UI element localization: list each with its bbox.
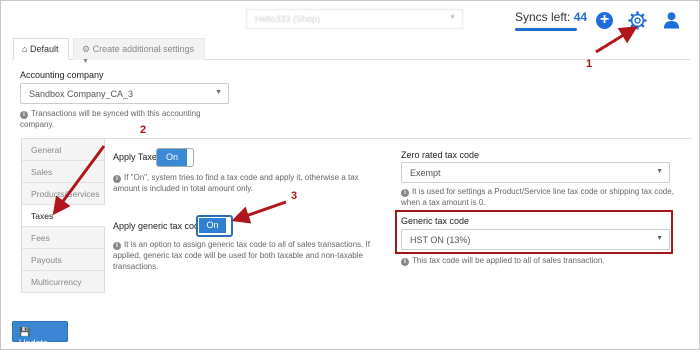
- annotation-label-1: 1: [586, 58, 592, 70]
- annotation-label-2: 2: [140, 124, 146, 136]
- annotation-overlay: 1 2 3: [52, 26, 638, 224]
- annotation-arrow-3: [231, 200, 287, 224]
- annotation-arrow-1: [595, 26, 638, 54]
- annotation-label-3: 3: [291, 190, 297, 202]
- annotation-arrow-2: [52, 145, 106, 216]
